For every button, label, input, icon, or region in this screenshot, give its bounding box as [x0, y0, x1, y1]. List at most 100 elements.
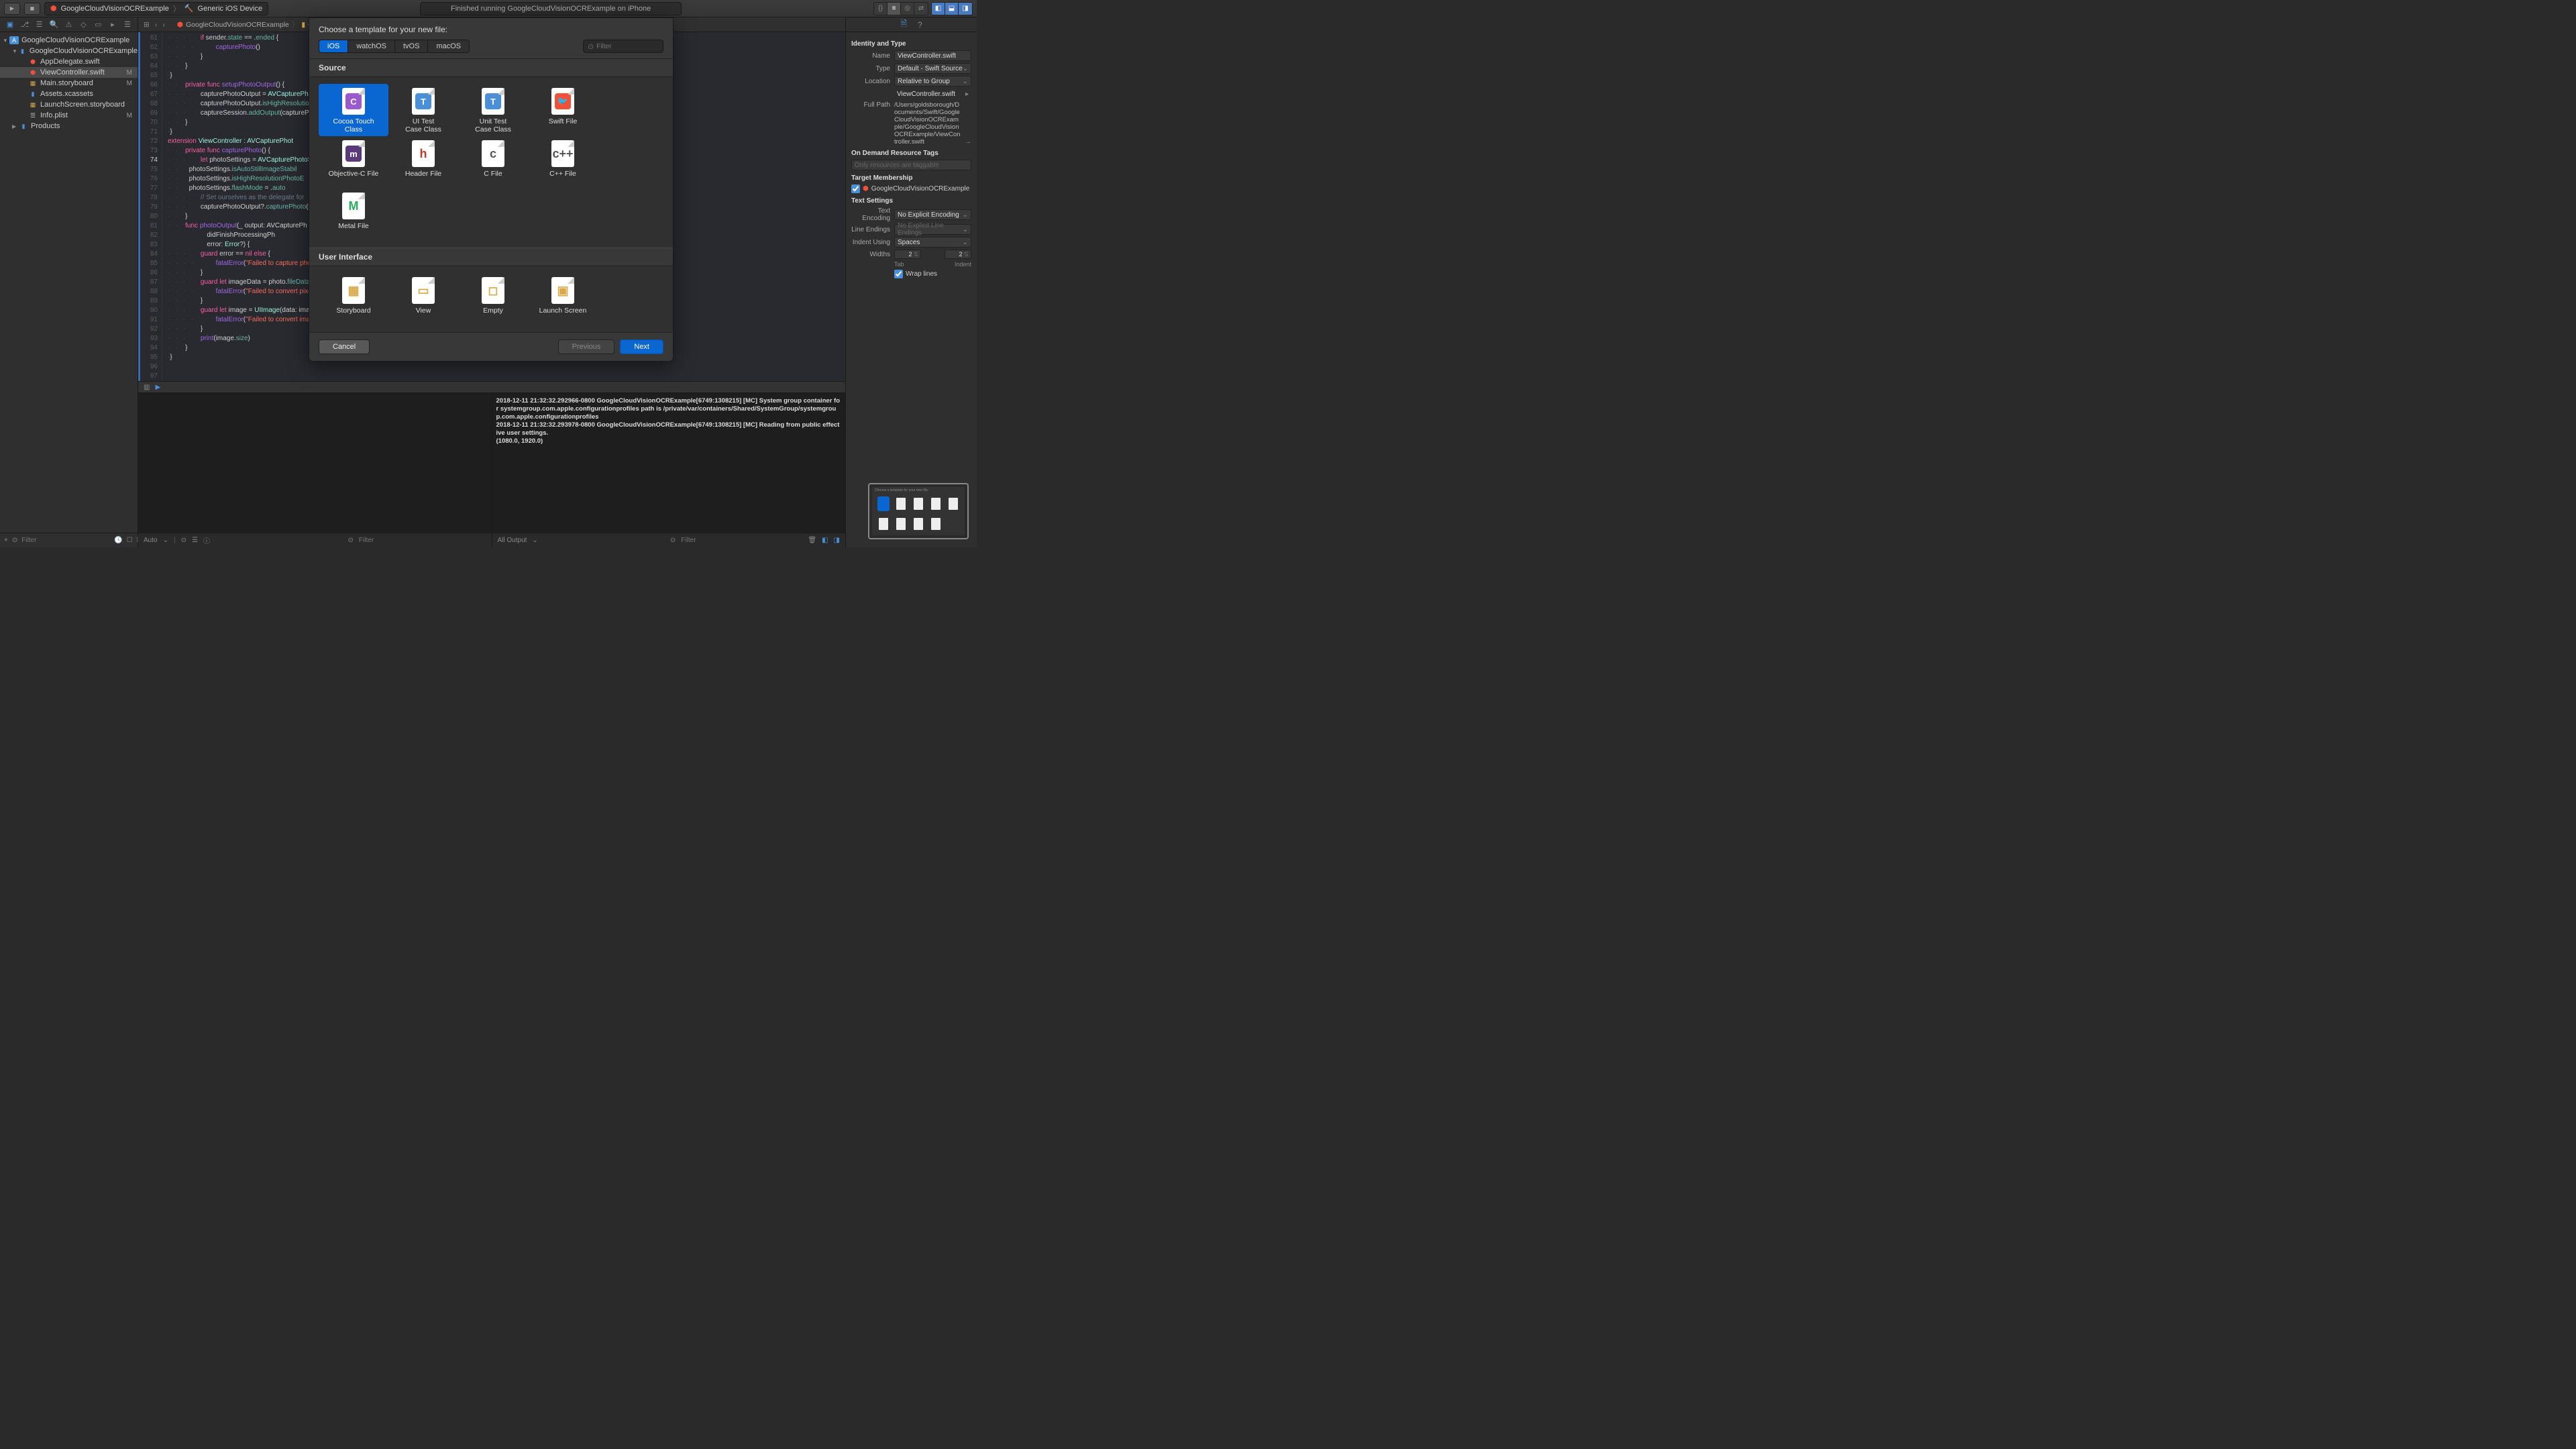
left-pane-icon[interactable]: ◧: [822, 537, 828, 544]
wrap-lines-checkbox[interactable]: Wrap lines: [894, 270, 937, 278]
template-section-header: Source: [309, 59, 673, 77]
output-scope-label[interactable]: All Output: [498, 537, 527, 544]
variables-filter-input[interactable]: [359, 537, 486, 544]
tab-width-field[interactable]: 2⇅: [894, 250, 921, 259]
trash-icon[interactable]: 🗑: [808, 537, 816, 544]
template-item[interactable]: ▣Launch Screen: [528, 273, 598, 325]
template-item[interactable]: CCocoa TouchClass: [319, 84, 388, 136]
breakpoint-toggle-icon[interactable]: ▶: [155, 384, 160, 391]
template-item[interactable]: MMetal File: [319, 189, 388, 241]
forward-icon[interactable]: ›: [161, 21, 166, 29]
jump-item-0[interactable]: GoogleCloudVisionOCRExample: [186, 21, 289, 29]
indent-width-field[interactable]: 2⇅: [945, 250, 971, 259]
info-icon[interactable]: ⓘ: [203, 535, 210, 545]
lineendings-select[interactable]: No Explicit Line Endings: [894, 224, 971, 235]
editor-mode-segment[interactable]: {}≡◎⇄: [873, 2, 928, 15]
panel-visibility-segment[interactable]: ◧⬓◨: [931, 2, 973, 15]
run-button[interactable]: [4, 3, 20, 15]
template-item[interactable]: 🐦Swift File: [528, 84, 598, 136]
type-label: Type: [851, 65, 890, 72]
console-filter-input[interactable]: [681, 537, 802, 544]
filter-icon: ⊙: [12, 537, 17, 544]
scm-filter-icon[interactable]: ☐: [127, 537, 133, 544]
template-item[interactable]: ▭View: [388, 273, 458, 325]
platform-tab[interactable]: tvOS: [395, 40, 428, 52]
scheme-selector[interactable]: ⬢ GoogleCloudVisionOCRExample 〉 🔨 Generi…: [44, 2, 268, 15]
tree-row[interactable]: ▼AGoogleCloudVisionOCRExample: [0, 35, 138, 46]
platform-tab[interactable]: macOS: [428, 40, 469, 52]
location-label: Location: [851, 78, 890, 85]
location-select[interactable]: Relative to Group: [894, 76, 971, 87]
scope-chevron-icon: ⌄: [163, 537, 168, 544]
template-filter-input[interactable]: [596, 43, 685, 50]
issue-tab-icon[interactable]: ⚠: [63, 20, 74, 29]
scheme-app: GoogleCloudVisionOCRExample: [61, 5, 169, 13]
tree-row[interactable]: ▦Main.storyboardM: [0, 78, 138, 89]
reveal-arrow-icon[interactable]: →: [965, 138, 971, 146]
search-tab-icon[interactable]: 🔍: [49, 20, 60, 29]
test-tab-icon[interactable]: ◇: [78, 20, 89, 29]
encoding-select[interactable]: No Explicit Encoding: [894, 209, 971, 220]
template-item[interactable]: ▦Storyboard: [319, 273, 388, 325]
indent-select[interactable]: Spaces: [894, 237, 971, 248]
template-item[interactable]: c++C++ File: [528, 136, 598, 189]
symbol-tab-icon[interactable]: ☰: [34, 20, 45, 29]
folder-tab-icon[interactable]: ▣: [5, 20, 15, 29]
tree-row[interactable]: ⬢ViewController.swiftM: [0, 67, 138, 78]
type-select[interactable]: Default - Swift Source: [894, 63, 971, 74]
file-inspector-icon[interactable]: 🗎: [900, 17, 907, 32]
template-item[interactable]: cC File: [458, 136, 528, 189]
help-inspector-icon[interactable]: ?: [918, 20, 922, 30]
recent-icon[interactable]: 🕓: [114, 537, 122, 544]
template-item[interactable]: ◻Empty: [458, 273, 528, 325]
tree-row[interactable]: ▼▮GoogleCloudVisionOCRExample: [0, 46, 138, 56]
navigator-filter-input[interactable]: [21, 537, 110, 544]
debug-area: Auto ⌄ | ⊙ ☰ ⓘ ⊙ 2018-12-11 21:32:32.292…: [138, 393, 845, 547]
next-button[interactable]: Next: [620, 339, 663, 354]
target-membership-checkbox[interactable]: ⬢ GoogleCloudVisionOCRExample: [851, 184, 971, 193]
pip-preview[interactable]: Choose a template for your new file:: [868, 483, 969, 539]
tree-row[interactable]: ▶▮Products: [0, 121, 138, 131]
variables-view-icon[interactable]: ▥: [144, 384, 150, 391]
tree-row[interactable]: ⬢AppDelegate.swift: [0, 56, 138, 67]
template-item[interactable]: hHeader File: [388, 136, 458, 189]
scm-tab-icon[interactable]: ⎇: [19, 20, 30, 29]
hammer-icon: 🔨: [184, 4, 194, 13]
debug-tab-icon[interactable]: ▭: [93, 20, 103, 29]
name-field[interactable]: ViewController.swift: [894, 50, 971, 61]
template-item[interactable]: TUnit TestCase Class: [458, 84, 528, 136]
inspector-tabs[interactable]: 🗎 ?: [846, 17, 977, 32]
template-item[interactable]: mObjective-C File: [319, 136, 388, 189]
tree-row[interactable]: ☰Info.plistM: [0, 110, 138, 121]
project-navigator: ▣ ⎇ ☰ 🔍 ⚠ ◇ ▭ ▸ ☰ ▼AGoogleCloudVisionOCR…: [0, 17, 138, 547]
file-tree[interactable]: ▼AGoogleCloudVisionOCRExample▼▮GoogleClo…: [0, 32, 138, 533]
navigator-tabs[interactable]: ▣ ⎇ ☰ 🔍 ⚠ ◇ ▭ ▸ ☰: [0, 17, 138, 32]
template-item[interactable]: TUI TestCase Class: [388, 84, 458, 136]
platform-tabs[interactable]: iOSwatchOStvOSmacOS: [319, 40, 470, 53]
tree-row[interactable]: ▮Assets.xcassets: [0, 89, 138, 99]
list-icon[interactable]: ☰: [192, 537, 198, 544]
identity-header: Identity and Type: [851, 40, 971, 48]
auto-scope-label[interactable]: Auto: [144, 537, 158, 544]
platform-tab[interactable]: iOS: [319, 40, 348, 52]
previous-button[interactable]: Previous: [558, 339, 615, 354]
back-icon[interactable]: ‹: [154, 21, 159, 29]
variables-footer: Auto ⌄ | ⊙ ☰ ⓘ ⊙: [138, 533, 492, 547]
stop-button[interactable]: [24, 3, 40, 15]
variables-view[interactable]: Auto ⌄ | ⊙ ☰ ⓘ ⊙: [138, 393, 492, 547]
line-gutter[interactable]: 6162636465666768697071727374757677787980…: [138, 32, 162, 381]
cancel-button[interactable]: Cancel: [319, 339, 370, 354]
report-tab-icon[interactable]: ☰: [122, 20, 133, 29]
console-output[interactable]: 2018-12-11 21:32:32.292966-0800 GoogleCl…: [492, 393, 846, 533]
template-filter[interactable]: ⊙: [583, 40, 663, 53]
tree-row[interactable]: ▦LaunchScreen.storyboard: [0, 99, 138, 110]
indent-label: Indent Using: [851, 239, 890, 246]
eye-icon[interactable]: ⊙: [181, 537, 186, 544]
right-pane-icon[interactable]: ◨: [834, 537, 840, 544]
related-items-icon[interactable]: ⊞: [142, 21, 151, 29]
platform-tab[interactable]: watchOS: [348, 40, 395, 52]
folder-arrow-icon[interactable]: ▸: [965, 91, 969, 98]
add-icon[interactable]: +: [4, 537, 8, 544]
scheme-separator-icon: 〉: [173, 3, 180, 14]
breakpoint-tab-icon[interactable]: ▸: [107, 20, 118, 29]
